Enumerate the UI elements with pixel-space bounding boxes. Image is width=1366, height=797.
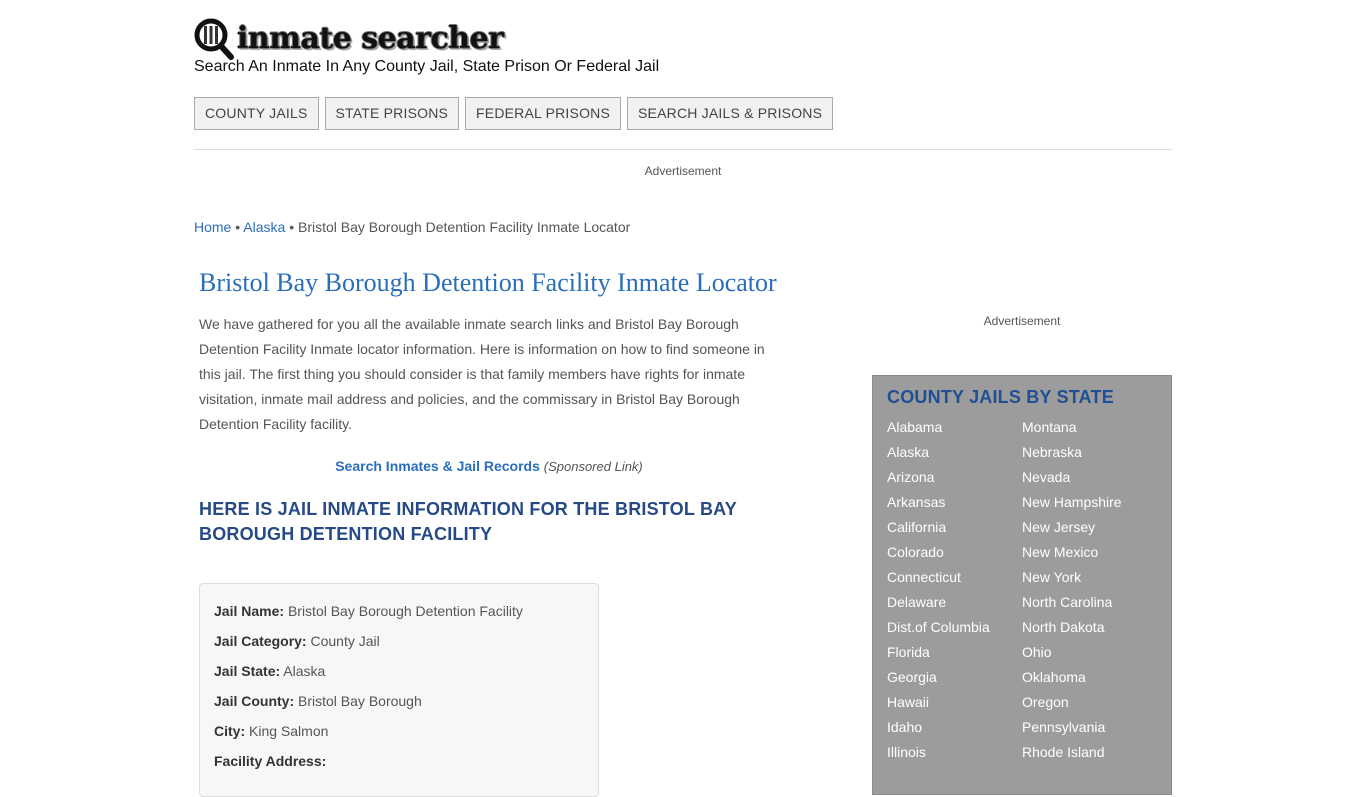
state-link[interactable]: New Hampshire: [1022, 490, 1157, 515]
info-label: Jail Category:: [214, 633, 307, 649]
state-link[interactable]: Dist.of Columbia: [887, 615, 1022, 640]
logo-text: inmate searcher: [237, 21, 504, 56]
state-link[interactable]: Illinois: [887, 740, 1022, 765]
info-label: Facility Address:: [214, 753, 327, 769]
state-link[interactable]: Oklahoma: [1022, 665, 1157, 690]
info-row-jail-county: Jail County: Bristol Bay Borough: [214, 686, 584, 716]
breadcrumb: Home • Alaska • Bristol Bay Borough Dete…: [194, 219, 630, 235]
state-link[interactable]: Idaho: [887, 715, 1022, 740]
state-link[interactable]: North Carolina: [1022, 590, 1157, 615]
state-link[interactable]: Oregon: [1022, 690, 1157, 715]
advertisement-label-top: Advertisement: [644, 164, 722, 178]
jail-info-box: Jail Name: Bristol Bay Borough Detention…: [199, 583, 599, 797]
main-nav: COUNTY JAILS STATE PRISONS FEDERAL PRISO…: [194, 97, 834, 130]
state-link[interactable]: New Mexico: [1022, 540, 1157, 565]
breadcrumb-current: Bristol Bay Borough Detention Facility I…: [298, 219, 631, 235]
info-row-jail-category: Jail Category: County Jail: [214, 626, 584, 656]
state-link[interactable]: Nevada: [1022, 465, 1157, 490]
page-title: Bristol Bay Borough Detention Facility I…: [199, 268, 777, 297]
sponsored-note: (Sponsored Link): [543, 459, 643, 474]
site-tagline: Search An Inmate In Any County Jail, Sta…: [194, 58, 660, 75]
info-row-jail-state: Jail State: Alaska: [214, 656, 584, 686]
state-link[interactable]: California: [887, 515, 1022, 540]
breadcrumb-separator: •: [285, 219, 298, 235]
state-link[interactable]: Alaska: [887, 440, 1022, 465]
header-divider: [194, 149, 1172, 150]
info-row-facility-address: Facility Address:: [214, 746, 584, 776]
county-jails-by-state-panel: COUNTY JAILS BY STATE Alabama Montana Alas…: [872, 375, 1172, 795]
state-link[interactable]: Pennsylvania: [1022, 715, 1157, 740]
state-link[interactable]: Nebraska: [1022, 440, 1157, 465]
state-link[interactable]: Alabama: [887, 415, 1022, 440]
nav-federal-prisons[interactable]: FEDERAL PRISONS: [465, 97, 622, 130]
state-link[interactable]: Connecticut: [887, 565, 1022, 590]
state-link[interactable]: New Jersey: [1022, 515, 1157, 540]
info-row-jail-name: Jail Name: Bristol Bay Borough Detention…: [214, 596, 584, 626]
site-logo[interactable]: inmate searcher: [194, 18, 504, 60]
info-label: City:: [214, 723, 246, 739]
info-label: Jail State:: [214, 663, 281, 679]
magnifier-logo-icon: [194, 18, 234, 60]
breadcrumb-state[interactable]: Alaska: [243, 219, 285, 235]
info-value: County Jail: [310, 633, 380, 649]
section-title: Here is Jail Inmate Information for the …: [199, 499, 737, 544]
main-content: Bristol Bay Borough Detention Facility I…: [199, 266, 779, 797]
info-value: Bristol Bay Borough Detention Facility: [287, 603, 523, 619]
state-link[interactable]: Arkansas: [887, 490, 1022, 515]
state-link[interactable]: Hawaii: [887, 690, 1022, 715]
nav-county-jails[interactable]: COUNTY JAILS: [194, 97, 319, 130]
advertisement-label-side: Advertisement: [983, 314, 1061, 328]
sponsored-block: Search Inmates & Jail Records (Sponsored…: [199, 458, 779, 474]
state-link[interactable]: Colorado: [887, 540, 1022, 565]
state-link[interactable]: Georgia: [887, 665, 1022, 690]
info-label: Jail County:: [214, 693, 295, 709]
state-link[interactable]: New York: [1022, 565, 1157, 590]
intro-paragraph: We have gathered for you all the availab…: [199, 316, 765, 432]
info-value: King Salmon: [249, 723, 329, 739]
state-link[interactable]: Florida: [887, 640, 1022, 665]
state-link[interactable]: Delaware: [887, 590, 1022, 615]
nav-state-prisons[interactable]: STATE PRISONS: [324, 97, 460, 130]
info-value: Bristol Bay Borough: [298, 693, 422, 709]
breadcrumb-separator: •: [231, 219, 244, 235]
info-value: Alaska: [283, 663, 326, 679]
state-link[interactable]: North Dakota: [1022, 615, 1157, 640]
info-row-city: City: King Salmon: [214, 716, 584, 746]
state-link[interactable]: Arizona: [887, 465, 1022, 490]
states-panel-title: COUNTY JAILS BY STATE: [887, 387, 1114, 407]
nav-search-jails-prisons[interactable]: SEARCH JAILS & PRISONS: [627, 97, 834, 130]
state-link-grid: Alabama Montana Alaska Nebraska Arizona Nevad…: [887, 415, 1157, 765]
info-label: Jail Name:: [214, 603, 285, 619]
sponsored-search-link[interactable]: Search Inmates & Jail Records: [335, 458, 540, 474]
state-link[interactable]: Rhode Island: [1022, 740, 1157, 765]
state-link[interactable]: Montana: [1022, 415, 1157, 440]
state-link[interactable]: Ohio: [1022, 640, 1157, 665]
breadcrumb-home[interactable]: Home: [194, 219, 231, 235]
